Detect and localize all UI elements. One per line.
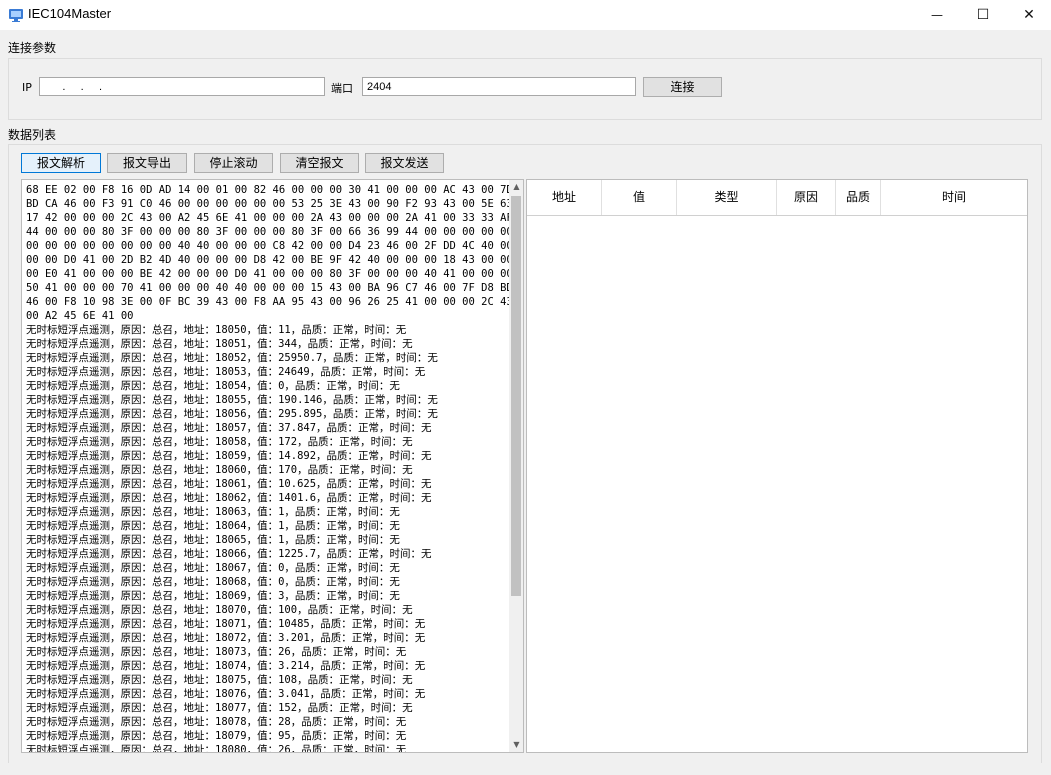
log-line: 无时标短浮点遥测，原因：总召，地址：18056，值：295.895，品质：正常，… [26,408,438,420]
connection-group-title: 连接参数 [8,41,57,55]
log-line: 无时标短浮点遥测，原因：总召，地址：18052，值：25950.7，品质：正常，… [26,352,438,364]
log-line: 无时标短浮点遥测，原因：总召，地址：18061，值：10.625，品质：正常，时… [26,478,432,490]
table-header: 地址 值 类型 原因 品质 时间 [527,180,1027,216]
log-line: 无时标短浮点遥测，原因：总召，地址：18050，值：11，品质：正常，时间：无 [26,324,407,336]
close-button[interactable]: ✕ [1006,0,1051,30]
data-list-group-title: 数据列表 [8,128,57,142]
stop-scroll-button[interactable]: 停止滚动 [194,153,273,173]
minimize-button[interactable]: — [914,0,960,30]
scroll-up-icon[interactable]: ▲ [509,180,524,194]
log-line: 00 A2 45 6E 41 00 [26,310,134,322]
log-line: 无时标短浮点遥测，原因：总召，地址：18068，值：0，品质：正常，时间：无 [26,576,400,588]
minimize-icon: — [931,8,943,22]
log-line: 无时标短浮点遥测，原因：总召，地址：18074，值：3.214，品质：正常，时间… [26,660,426,672]
column-header-time[interactable]: 时间 [881,180,1027,215]
log-line: 无时标短浮点遥测，原因：总召，地址：18064，值：1，品质：正常，时间：无 [26,520,400,532]
log-line: 00 E0 41 00 00 00 BE 42 00 00 00 D0 41 0… [26,268,510,280]
ip-input[interactable]: . . . [39,77,325,96]
maximize-button[interactable]: ☐ [960,0,1006,30]
log-line: 00 00 00 00 00 00 00 00 40 40 00 00 00 C… [26,240,510,252]
log-line: 无时标短浮点遥测，原因：总召，地址：18054，值：0，品质：正常，时间：无 [26,380,400,392]
log-line: 无时标短浮点遥测，原因：总召，地址：18057，值：37.847，品质：正常，时… [26,422,432,434]
log-line: 46 00 F8 10 98 3E 00 0F BC 39 43 00 F8 A… [26,296,510,308]
close-icon: ✕ [1023,7,1035,23]
log-line: 无时标短浮点遥测，原因：总召，地址：18065，值：1，品质：正常，时间：无 [26,534,400,546]
port-label: 端口 [331,82,353,95]
log-line: 00 00 D0 41 00 2D B2 4D 40 00 00 00 D8 4… [26,254,510,266]
log-line: 无时标短浮点遥测，原因：总召，地址：18055，值：190.146，品质：正常，… [26,394,438,406]
clear-message-button[interactable]: 清空报文 [280,153,359,173]
column-header-type[interactable]: 类型 [677,180,777,215]
log-line: 无时标短浮点遥测，原因：总召，地址：18069，值：3，品质：正常，时间：无 [26,590,400,602]
log-line: 无时标短浮点遥测，原因：总召，地址：18070，值：100，品质：正常，时间：无 [26,604,413,616]
log-line: BD CA 46 00 F3 91 C0 46 00 00 00 00 00 0… [26,198,510,210]
log-line: 无时标短浮点遥测，原因：总召，地址：18062，值：1401.6，品质：正常，时… [26,492,432,504]
log-line: 17 42 00 00 00 2C 43 00 A2 45 6E 41 00 0… [26,212,510,224]
log-line: 无时标短浮点遥测，原因：总召，地址：18067，值：0，品质：正常，时间：无 [26,562,400,574]
log-line: 无时标短浮点遥测，原因：总召，地址：18071，值：10485，品质：正常，时间… [26,618,426,630]
log-line: 无时标短浮点遥测，原因：总召，地址：18080，值：26，品质：正常，时间：无 [26,744,407,753]
status-bar [0,763,1051,775]
title-bar: IEC104Master — ☐ ✕ [0,0,1051,30]
log-line: 无时标短浮点遥测，原因：总召，地址：18072，值：3.201，品质：正常，时间… [26,632,426,644]
log-line: 无时标短浮点遥测，原因：总召，地址：18077，值：152，品质：正常，时间：无 [26,702,413,714]
log-line: 无时标短浮点遥测，原因：总召，地址：18063，值：1，品质：正常，时间：无 [26,506,400,518]
log-line: 无时标短浮点遥测，原因：总召，地址：18058，值：172，品质：正常，时间：无 [26,436,413,448]
scroll-down-icon[interactable]: ▼ [509,738,524,752]
ip-label: IP [22,81,32,94]
port-input[interactable]: 2404 [362,77,636,96]
column-header-quality[interactable]: 品质 [836,180,881,215]
log-line: 68 EE 02 00 F8 16 0D AD 14 00 01 00 82 4… [26,184,510,196]
column-header-reason[interactable]: 原因 [777,180,836,215]
log-line: 无时标短浮点遥测，原因：总召，地址：18066，值：1225.7，品质：正常，时… [26,548,432,560]
message-log-scrollbar[interactable]: ▲ ▼ [509,179,524,753]
log-line: 无时标短浮点遥测，原因：总召，地址：18079，值：95，品质：正常，时间：无 [26,730,407,742]
log-line: 50 41 00 00 00 70 41 00 00 00 40 40 00 0… [26,282,510,294]
window-title: IEC104Master [28,6,112,21]
log-line: 无时标短浮点遥测，原因：总召，地址：18051，值：344，品质：正常，时间：无 [26,338,413,350]
message-log-content: 68 EE 02 00 F8 16 0D AD 14 00 01 00 82 4… [26,183,510,753]
app-icon [9,9,23,22]
log-line: 无时标短浮点遥测，原因：总召，地址：18053，值：24649，品质：正常，时间… [26,366,426,378]
send-message-button[interactable]: 报文发送 [365,153,444,173]
column-header-address[interactable]: 地址 [527,180,602,215]
export-message-button[interactable]: 报文导出 [107,153,187,173]
log-line: 无时标短浮点遥测，原因：总召，地址：18078，值：28，品质：正常，时间：无 [26,716,407,728]
column-header-value[interactable]: 值 [602,180,677,215]
connect-button[interactable]: 连接 [643,77,722,97]
maximize-icon: ☐ [976,7,990,23]
parse-message-button[interactable]: 报文解析 [21,153,101,173]
log-line: 无时标短浮点遥测，原因：总召，地址：18060，值：170，品质：正常，时间：无 [26,464,413,476]
scroll-thumb[interactable] [511,196,521,596]
log-line: 无时标短浮点遥测，原因：总召，地址：18075，值：108，品质：正常，时间：无 [26,674,413,686]
log-line: 44 00 00 00 80 3F 00 00 00 80 3F 00 00 0… [26,226,510,238]
log-line: 无时标短浮点遥测，原因：总召，地址：18073，值：26，品质：正常，时间：无 [26,646,407,658]
message-log[interactable]: 68 EE 02 00 F8 16 0D AD 14 00 01 00 82 4… [21,179,510,753]
data-table[interactable]: 地址 值 类型 原因 品质 时间 [526,179,1028,753]
log-line: 无时标短浮点遥测，原因：总召，地址：18059，值：14.892，品质：正常，时… [26,450,432,462]
log-line: 无时标短浮点遥测，原因：总召，地址：18076，值：3.041，品质：正常，时间… [26,688,426,700]
